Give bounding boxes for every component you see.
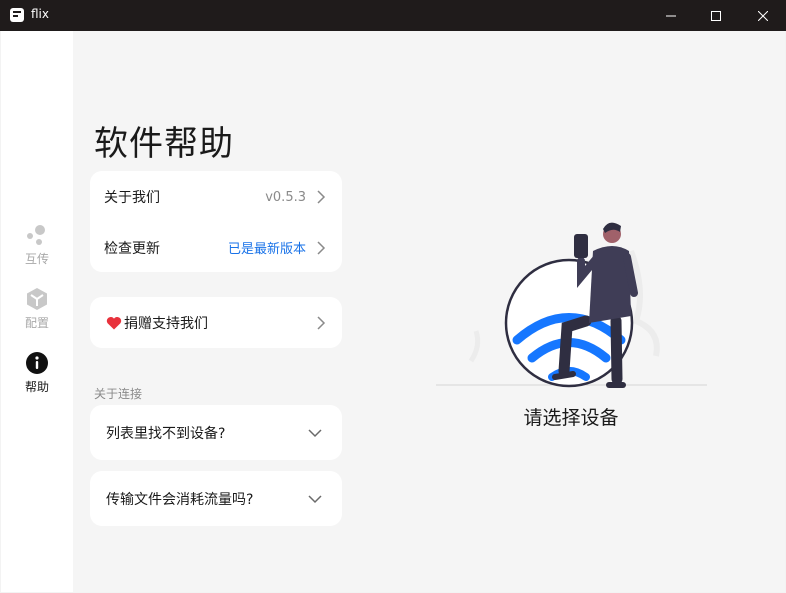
- faq-item[interactable]: 列表里找不到设备?: [90, 405, 342, 460]
- cube-icon: [27, 288, 47, 310]
- about-row[interactable]: 关于我们 v0.5.3: [90, 171, 342, 223]
- donate-row[interactable]: 捐赠支持我们: [90, 297, 342, 348]
- donate-label: 捐赠支持我们: [124, 315, 208, 332]
- chevron-right-icon: [317, 240, 326, 255]
- info-icon: [26, 352, 48, 374]
- minimize-icon: [666, 15, 676, 16]
- check-update-row[interactable]: 检查更新 已是最新版本: [90, 223, 342, 272]
- transfer-dots-icon: [27, 225, 45, 245]
- heart-icon: [106, 316, 122, 330]
- update-status-value: 已是最新版本: [227, 242, 306, 257]
- empty-state-text: 请选择设备: [523, 407, 619, 429]
- sidebar-item-label: 互传: [24, 252, 49, 266]
- sidebar-item-config[interactable]: 配置: [1, 287, 73, 343]
- faq-item[interactable]: 传输文件会消耗流量吗?: [90, 471, 342, 526]
- close-button[interactable]: [740, 0, 786, 31]
- close-icon: [758, 10, 768, 21]
- maximize-button[interactable]: [693, 0, 739, 31]
- about-card: 关于我们 v0.5.3 检查更新 已是最新版本: [90, 171, 342, 272]
- check-update-label: 检查更新: [104, 240, 160, 257]
- faq-question: 列表里找不到设备?: [106, 425, 226, 442]
- empty-state-illustration: [436, 222, 707, 388]
- sidebar-item-label: 帮助: [24, 380, 49, 394]
- window-title: flix: [31, 7, 49, 21]
- donate-card[interactable]: 捐赠支持我们: [90, 297, 342, 348]
- faq-row[interactable]: 列表里找不到设备?: [90, 405, 342, 460]
- sidebar-item-label: 配置: [24, 316, 49, 330]
- chevron-right-icon: [317, 190, 326, 204]
- window-body: 互传 配置 帮助 软件帮助 关于我们 v0.5.3 检查更新 已是最新版本 捐赠…: [1, 31, 785, 592]
- sidebar: 互传 配置 帮助: [1, 31, 73, 592]
- about-label: 关于我们: [104, 190, 160, 206]
- section-label-connection: 关于连接: [94, 387, 143, 401]
- title-bar: flix: [0, 0, 786, 31]
- minimize-button[interactable]: [648, 0, 694, 31]
- chevron-right-icon: [317, 315, 326, 330]
- sidebar-item-help[interactable]: 帮助: [1, 351, 73, 407]
- chevron-down-icon: [308, 494, 322, 503]
- faq-row[interactable]: 传输文件会消耗流量吗?: [90, 471, 342, 526]
- app-logo-icon: [10, 8, 24, 22]
- chevron-down-icon: [308, 428, 322, 437]
- sidebar-item-transfer[interactable]: 互传: [1, 223, 73, 279]
- faq-question: 传输文件会消耗流量吗?: [106, 491, 254, 508]
- page-title: 软件帮助: [94, 124, 234, 164]
- version-value: v0.5.3: [265, 189, 306, 205]
- maximize-icon: [711, 10, 721, 21]
